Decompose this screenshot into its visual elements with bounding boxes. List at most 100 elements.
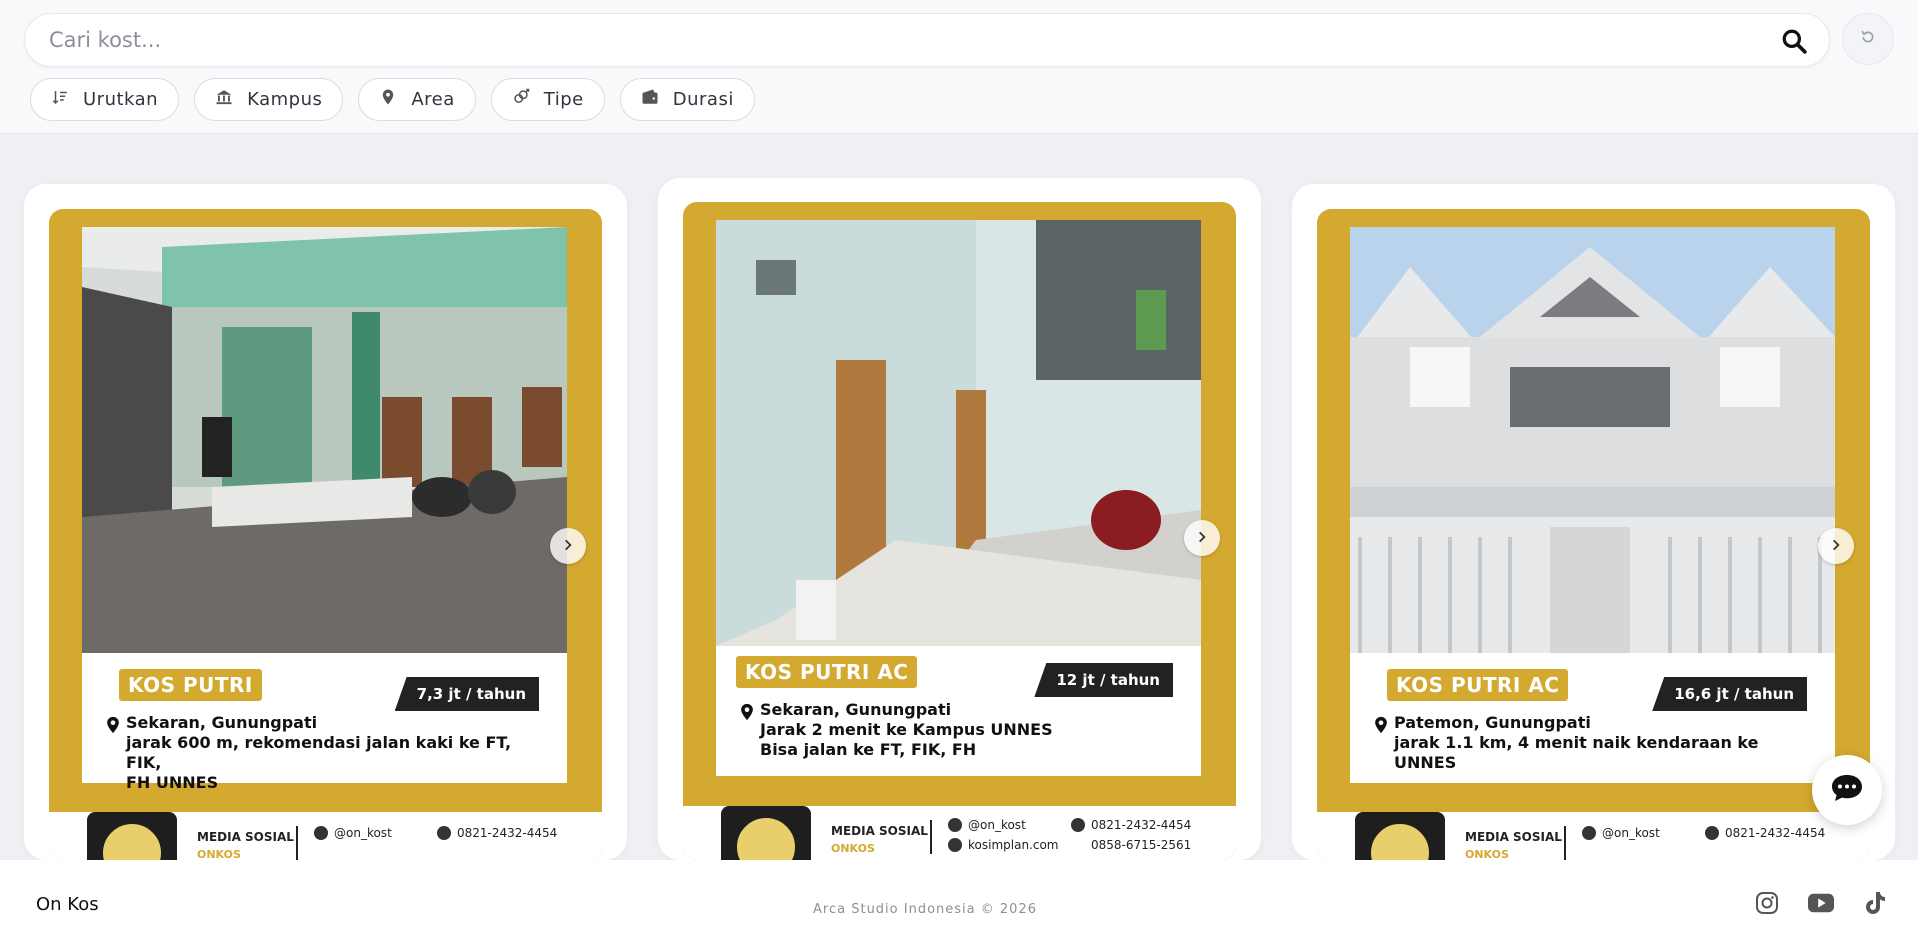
instagram-handle: @on_kost: [314, 826, 392, 840]
logo-circle: [734, 815, 798, 860]
type-badge: KOS PUTRI: [119, 669, 262, 701]
youtube-icon[interactable]: [1808, 890, 1834, 916]
reset-icon: [1860, 29, 1876, 49]
poster-footer: MEDIA SOSIAL ONKOS @on_kost kosimplan.co…: [683, 806, 1236, 860]
campus-icon: [215, 88, 233, 111]
next-image-button[interactable]: [1818, 528, 1854, 564]
logo-circle: [100, 821, 164, 860]
tiktok-icon[interactable]: [1862, 890, 1888, 916]
listing-photo: [1350, 227, 1835, 653]
media-sosial-title: MEDIA SOSIAL: [1465, 830, 1562, 844]
listing-photo: [82, 227, 567, 653]
instagram-handle: @on_kost: [948, 818, 1026, 832]
type-badge: KOS PUTRI AC: [736, 656, 918, 688]
filter-bar: Urutkan Kampus Area Tipe Durasi: [30, 78, 755, 122]
whatsapp-icon: [1705, 826, 1719, 840]
listing-location: Patemon, Gunungpati jarak 1.1 km, 4 meni…: [1394, 713, 1814, 773]
next-image-button[interactable]: [550, 528, 586, 564]
filter-durasi[interactable]: Durasi: [619, 78, 755, 121]
website-text: kosimplan.com: [968, 838, 1059, 852]
search-input[interactable]: [49, 14, 1749, 66]
listing-card[interactable]: KOS PUTRI AC 16,6 jt / tahun Patemon, Gu…: [1292, 184, 1895, 860]
search-icon[interactable]: [1779, 26, 1809, 56]
divider: [296, 826, 298, 860]
reset-button[interactable]: [1842, 13, 1894, 65]
globe-icon: [948, 838, 962, 852]
filter-label: Durasi: [672, 89, 734, 110]
website: kosimplan.com: [948, 838, 1059, 852]
onkos-logo: [721, 806, 811, 860]
onkos-logo: [87, 812, 177, 860]
poster-footer: MEDIA SOSIAL ONKOS @on_kost 0821-2432-44…: [1317, 812, 1870, 860]
instagram-text: @on_kost: [1602, 826, 1660, 840]
listing-poster: KOS PUTRI AC 16,6 jt / tahun Patemon, Gu…: [1317, 209, 1870, 860]
instagram-text: @on_kost: [334, 826, 392, 840]
location-pin-icon: [379, 88, 397, 111]
price-badge: 12 jt / tahun: [1034, 663, 1173, 697]
listing-photo: [716, 220, 1201, 646]
onkos-logo: [1355, 812, 1445, 860]
filter-label: Tipe: [543, 89, 584, 110]
gender-icon: [512, 88, 530, 111]
listing-desc: jarak 600 m, rekomendasi jalan kaki ke F…: [126, 733, 512, 772]
instagram-icon: [1582, 826, 1596, 840]
sort-icon: [51, 88, 69, 111]
filter-kampus[interactable]: Kampus: [194, 78, 344, 121]
phone-1: 0821-2432-4454: [1071, 818, 1191, 832]
phone-text: 0821-2432-4454: [1091, 818, 1192, 832]
wallet-icon: [641, 88, 659, 111]
whatsapp-icon: [437, 826, 451, 840]
listing-poster: KOS PUTRI AC 12 jt / tahun Sekaran, Gunu…: [683, 202, 1236, 860]
phone-2: 0858-6715-2561: [1091, 838, 1191, 852]
listing-desc: Bisa jalan ke FT, FIK, FH: [760, 740, 977, 759]
chevron-right-icon: [561, 537, 575, 556]
listing-card[interactable]: KOS PUTRI AC 12 jt / tahun Sekaran, Gunu…: [658, 178, 1261, 860]
phone-1: 0821-2432-4454: [437, 826, 557, 840]
filter-area[interactable]: Area: [358, 78, 476, 121]
chat-bubble-icon: [1830, 773, 1864, 807]
filter-tipe[interactable]: Tipe: [490, 78, 605, 121]
listing-location: Sekaran, Gunungpati jarak 600 m, rekomen…: [126, 713, 546, 793]
listing-desc: jarak 1.1 km, 4 menit naik kendaraan ke …: [1394, 733, 1759, 772]
instagram-icon: [314, 826, 328, 840]
poster-footer: MEDIA SOSIAL ONKOS @on_kost 0821-2432-44…: [49, 812, 602, 860]
media-sosial-title: MEDIA SOSIAL: [831, 824, 928, 838]
listing-info: KOS PUTRI AC 16,6 jt / tahun Patemon, Gu…: [1350, 653, 1835, 783]
chevron-right-icon: [1829, 537, 1843, 556]
phone-text: 0858-6715-2561: [1091, 838, 1192, 852]
instagram-text: @on_kost: [968, 818, 1026, 832]
listing-area: Sekaran, Gunungpati: [760, 700, 952, 719]
listing-area: Sekaran, Gunungpati: [126, 713, 318, 732]
listing-poster: KOS PUTRI 7,3 jt / tahun Sekaran, Gunung…: [49, 209, 602, 860]
listing-location: Sekaran, Gunungpati Jarak 2 menit ke Kam…: [760, 700, 1180, 760]
media-sosial-brand: ONKOS: [197, 848, 241, 860]
next-image-button[interactable]: [1184, 520, 1220, 556]
filter-urutkan[interactable]: Urutkan: [30, 78, 180, 121]
listing-info: KOS PUTRI 7,3 jt / tahun Sekaran, Gunung…: [82, 653, 567, 792]
listing-desc: FH UNNES: [126, 773, 219, 792]
listing-card[interactable]: KOS PUTRI 7,3 jt / tahun Sekaran, Gunung…: [24, 184, 627, 860]
instagram-icon: [948, 818, 962, 832]
price-badge: 16,6 jt / tahun: [1652, 677, 1807, 711]
media-sosial-brand: ONKOS: [831, 842, 875, 855]
logo-circle: [1368, 821, 1432, 860]
type-badge: KOS PUTRI AC: [1387, 669, 1569, 701]
instagram-handle: @on_kost: [1582, 826, 1660, 840]
location-pin-icon: [1375, 716, 1387, 734]
filter-label: Area: [411, 89, 455, 110]
filter-label: Urutkan: [83, 89, 159, 110]
media-sosial-title: MEDIA SOSIAL: [197, 830, 294, 844]
location-pin-icon: [741, 703, 753, 721]
header: Urutkan Kampus Area Tipe Durasi: [0, 0, 1918, 134]
phone-1: 0821-2432-4454: [1705, 826, 1825, 840]
filter-label: Kampus: [247, 89, 323, 110]
copyright: Arca Studio Indonesia © 2026: [813, 902, 1037, 917]
divider: [930, 820, 932, 854]
media-sosial-brand: ONKOS: [1465, 848, 1509, 860]
chevron-right-icon: [1195, 529, 1209, 548]
page-footer: On Kos Arca Studio Indonesia © 2026: [0, 860, 1918, 940]
chat-button[interactable]: [1812, 755, 1882, 825]
social-links: [1754, 890, 1888, 916]
instagram-icon[interactable]: [1754, 890, 1780, 916]
phone-text: 0821-2432-4454: [457, 826, 558, 840]
